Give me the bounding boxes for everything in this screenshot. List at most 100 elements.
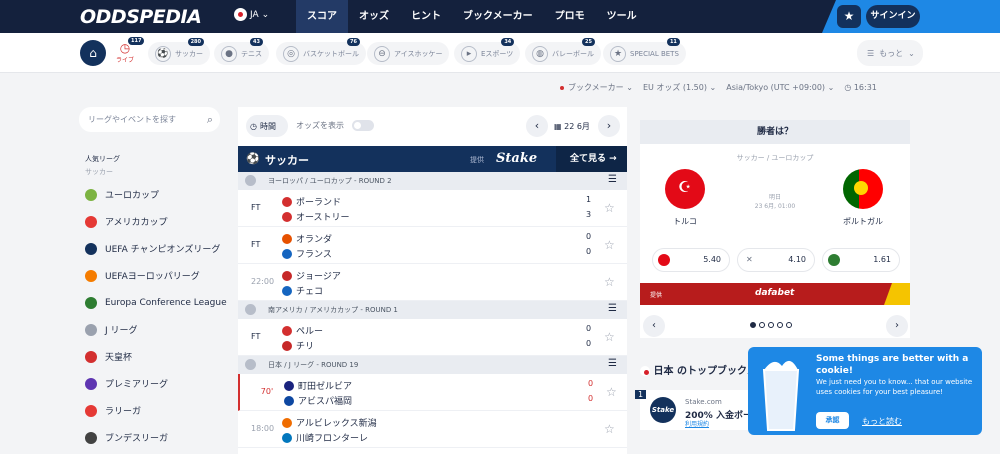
soccer-subheading: サッカー [85,168,113,176]
sport-pill[interactable]: ⊖ アイスホッケー [367,42,450,65]
sidebar-league-item[interactable]: 天皇杯 [85,343,235,370]
nav-bookmakers[interactable]: ブックメーカー [452,0,544,33]
sidebar-league-item[interactable]: Europa Conference League [85,289,235,316]
carousel-dot[interactable] [750,322,756,328]
sport-pill[interactable]: ▸ Eスポーツ 34 [454,38,521,65]
sport-icon: ● [221,45,237,62]
sidebar-league-item[interactable]: UEFAヨーロッパリーグ [85,262,235,289]
cookie-body: We just need you to know... that our web… [816,378,973,396]
sport-pill[interactable]: ◎ バスケットボール 76 [276,38,366,65]
favorite-star-icon[interactable]: ☆ [604,330,615,344]
away-odds-button[interactable]: 1.61 [822,248,900,272]
nav-odds[interactable]: オッズ [348,0,400,33]
sport-pill[interactable]: ⚽ サッカー 280 [148,38,210,65]
favorite-star-icon[interactable]: ☆ [604,201,615,215]
timezone-filter[interactable]: Asia/Tokyo (UTC +09:00) ⌄ [726,83,834,92]
turkey-flag-icon[interactable]: ☪ [665,169,705,209]
carousel-dot[interactable] [786,322,792,328]
match-row[interactable]: 22:00 ジョージア チェコ ☆ [238,264,627,301]
league-icon [85,377,97,390]
sport-pill-label: テニス [241,49,262,58]
sidebar-league-item[interactable]: ユーロカップ [85,181,235,208]
live-button[interactable]: ◷ ライブ 117 [114,37,145,64]
live-label: ライブ [115,57,134,64]
sidebar-league-item[interactable]: アメリカカップ [85,208,235,235]
nav-tools[interactable]: ツール [596,0,648,33]
prev-date-button[interactable]: ‹ [526,115,548,137]
cookie-accept-button[interactable]: 承認 [816,412,849,429]
list-icon[interactable]: ☰ [608,358,617,369]
cookie-read-more-link[interactable]: もっと読む [862,416,902,427]
home-icon[interactable]: ⌂ [80,40,106,66]
nav-promos[interactable]: プロモ [544,0,596,33]
home-team-name: 町田ゼルビア [298,382,353,392]
bookmaker-row[interactable]: 1 Stake Stake.com 200% 入金ボー 利用規約 [635,390,760,430]
list-icon[interactable]: ☰ [608,174,617,185]
carousel-next-button[interactable]: › [886,315,908,337]
language-selector[interactable]: JA ⌄ [234,8,269,21]
more-label: もっと [879,48,904,58]
sport-pill[interactable]: ◍ バレーボール 25 [525,38,601,65]
match-row[interactable]: 18:00 アルビレックス新潟 川崎フロンターレ ☆ [238,411,627,448]
carousel-dot[interactable] [759,322,765,328]
stake-logo[interactable]: Stake [496,151,537,166]
match-row[interactable]: 70' 町田ゼルビア アビスパ福岡 0 0 ☆ [238,374,627,411]
next-date-button[interactable]: › [598,115,620,137]
signin-button[interactable]: サインイン [866,5,920,28]
sort-time-button[interactable]: ◷ 時間 [246,115,288,137]
see-all-button[interactable]: 全て見る → [556,146,627,172]
winner-prediction-card: 勝者は？ サッカー / ユーロカップ ☪ トルコ 明日 23 6月, 01:00 … [640,120,910,338]
favorite-star-icon[interactable]: ☆ [604,422,615,436]
league-group-header[interactable]: 日本 / J リーグ - ROUND 19 ☰ [238,356,627,374]
team-flag-icon [282,325,292,336]
home-odds-button[interactable]: 5.40 [652,248,730,272]
favorites-star-button[interactable]: ★ [837,5,861,28]
favorite-star-icon[interactable]: ☆ [606,385,617,399]
bookmaker-filter[interactable]: ブックメーカー ⌄ [560,82,633,93]
home-team-name: ペルー [296,327,324,337]
match-row[interactable]: FT ポーランド オーストリー 1 3 ☆ [238,190,627,227]
list-icon[interactable]: ☰ [608,303,617,314]
sport-header: ⚽ サッカー 提供 Stake 全て見る → [238,146,627,172]
favorite-star-icon[interactable]: ☆ [604,275,615,289]
carousel-dot[interactable] [768,322,774,328]
date-display[interactable]: ▦ 22 6月 [554,121,590,132]
sidebar-league-item[interactable]: プレミアリーグ [85,370,235,397]
search-input[interactable]: リーグやイベントを探す ⌕ [79,107,220,132]
match-row[interactable]: FT オランダ フランス 0 0 ☆ [238,227,627,264]
odds-format-filter[interactable]: EU オッズ (1.50) ⌄ [643,82,716,93]
sport-pill[interactable]: ★ SPECIAL BETS 11 [603,38,686,65]
top-bookmakers-heading: 日本 のトップブックメ [640,362,757,377]
draw-odds-button[interactable]: ✕ 4.10 [737,248,815,272]
sport-pill-label: SPECIAL BETS [630,49,679,58]
carousel-prev-button[interactable]: ‹ [643,315,665,337]
favorite-star-icon[interactable]: ☆ [604,238,615,252]
more-sports-button[interactable]: ☰ もっと ⌄ [857,40,923,66]
search-icon[interactable]: ⌕ [207,107,213,132]
dafabet-banner[interactable]: 提供 dafabet [640,283,910,305]
away-team: オーストリー [282,210,350,223]
league-group-header[interactable]: 南アメリカ / アメリカカップ - ROUND 1 ☰ [238,301,627,319]
match-controls: ◷ 時間 オッズを表示 ‹ ▦ 22 6月 › [238,107,627,146]
league-group-header[interactable]: ヨーロッパ / ユーロカップ - ROUND 2 ☰ [238,172,627,190]
nav-tips[interactable]: ヒント [400,0,452,33]
home-team-name: アルビレックス新潟 [296,419,377,429]
show-odds-toggle[interactable] [352,120,374,131]
match-status: 70' [260,387,274,396]
nav-scores[interactable]: スコア [296,0,348,33]
carousel-dot[interactable] [777,322,783,328]
sidebar-league-item[interactable]: UEFA チャンピオンズリーグ [85,235,235,262]
sidebar-league-item[interactable]: J リーグ [85,316,235,343]
sport-pill[interactable]: ● テニス 43 [214,38,269,65]
league-icon [85,242,97,255]
sidebar-league-item[interactable]: ラリーガ [85,397,235,424]
home-score: 0 [588,379,594,388]
chevron-down-icon: ⌄ [908,48,915,58]
portugal-flag-icon[interactable] [843,169,883,209]
league-label: ブンデスリーガ [105,434,169,444]
team-flag-icon [284,395,294,406]
sidebar-league-item[interactable]: ブンデスリーガ [85,424,235,451]
match-row[interactable]: FT ペルー チリ 0 0 ☆ [238,319,627,356]
oddspedia-logo[interactable]: ODDSPEDIA [80,6,202,28]
terms-link[interactable]: 利用規約 [685,419,709,428]
